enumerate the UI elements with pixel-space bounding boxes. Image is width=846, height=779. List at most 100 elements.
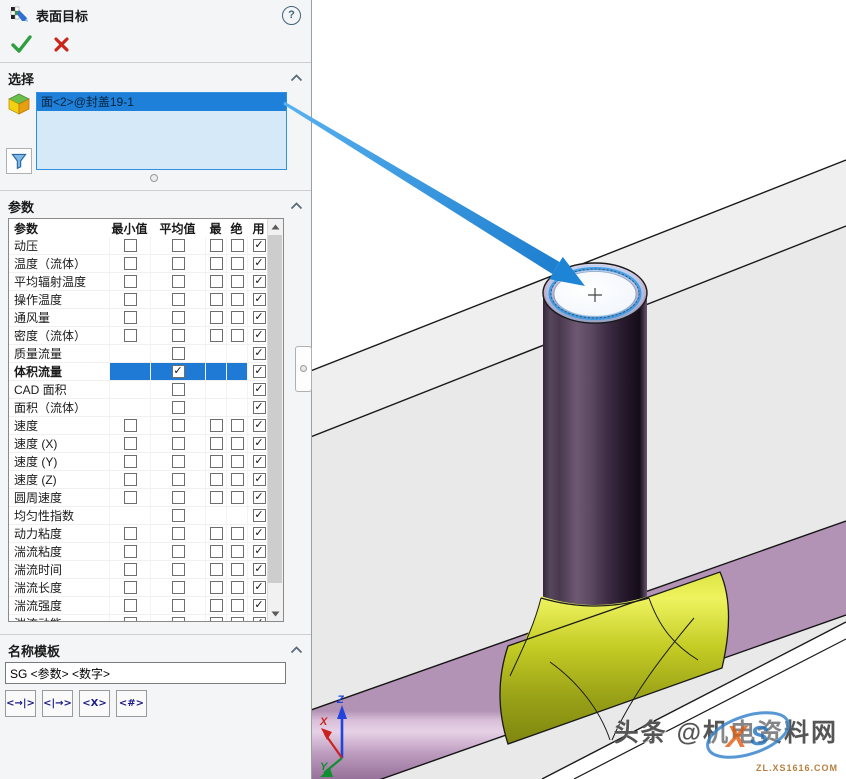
param-row[interactable]: 湍流动能✓ [9,615,270,622]
checkbox[interactable] [172,293,185,306]
cancel-button[interactable] [50,33,72,55]
vertical-stub[interactable] [543,294,647,610]
checkbox[interactable] [210,257,223,270]
checkbox[interactable] [124,563,137,576]
checkbox[interactable] [231,473,244,486]
checkbox[interactable] [231,419,244,432]
checkbox[interactable] [172,437,185,450]
checkbox[interactable] [231,275,244,288]
checkbox[interactable] [124,527,137,540]
param-row[interactable]: 湍流粘度✓ [9,543,270,561]
checkbox-checked[interactable]: ✓ [253,293,266,306]
checkbox[interactable] [231,545,244,558]
checkbox[interactable] [231,437,244,450]
param-row[interactable]: 均匀性指数✓ [9,507,270,525]
checkbox-checked[interactable]: ✓ [253,257,266,270]
checkbox-checked[interactable]: ✓ [253,509,266,522]
param-row[interactable]: 圆周速度✓ [9,489,270,507]
checkbox-checked[interactable]: ✓ [253,311,266,324]
checkbox[interactable] [172,617,185,622]
checkbox[interactable] [210,437,223,450]
checkbox-checked[interactable]: ✓ [253,563,266,576]
param-row[interactable]: 速度 (X)✓ [9,435,270,453]
column-header[interactable]: 最 [205,220,226,237]
checkbox[interactable] [172,311,185,324]
checkbox[interactable] [231,257,244,270]
selection-list-item[interactable]: 面<2>@封盖19-1 [37,93,286,111]
selection-listbox[interactable]: 面<2>@封盖19-1 [36,92,287,170]
insert-parameter-button[interactable]: <→|> [5,690,36,717]
param-row[interactable]: 湍流强度✓ [9,597,270,615]
checkbox[interactable] [172,527,185,540]
selection-section-header[interactable]: 选择 [8,68,303,88]
checkbox[interactable] [172,401,185,414]
ok-button[interactable] [10,33,32,55]
checkbox[interactable] [231,329,244,342]
param-row[interactable]: 面积（流体）✓ [9,399,270,417]
checkbox[interactable] [124,491,137,504]
checkbox[interactable] [210,275,223,288]
checkbox[interactable] [231,599,244,612]
checkbox[interactable] [172,491,185,504]
checkbox[interactable] [124,239,137,252]
param-row[interactable]: 通风量✓ [9,309,270,327]
checkbox-checked[interactable]: ✓ [253,401,266,414]
checkbox-checked[interactable]: ✓ [253,437,266,450]
name-template-section-header[interactable]: 名称模板 [8,640,303,660]
checkbox[interactable] [124,617,137,622]
column-header[interactable]: 平均值 [150,220,205,237]
checkbox[interactable] [172,257,185,270]
checkbox[interactable] [172,455,185,468]
checkbox[interactable] [172,581,185,594]
param-row[interactable]: 动压✓ [9,237,270,255]
param-row[interactable]: CAD 面积✓ [9,381,270,399]
name-template-input[interactable] [5,662,286,684]
checkbox[interactable] [172,599,185,612]
checkbox[interactable] [231,455,244,468]
checkbox-checked[interactable]: ✓ [253,527,266,540]
listbox-resize-grip[interactable] [150,174,158,182]
column-header[interactable]: 参数 [9,220,109,237]
checkbox[interactable] [124,293,137,306]
checkbox-checked[interactable]: ✓ [253,239,266,252]
checkbox-checked[interactable]: ✓ [253,365,266,378]
help-icon[interactable]: ? [282,6,301,25]
checkbox[interactable] [124,437,137,450]
param-row[interactable]: 操作温度✓ [9,291,270,309]
checkbox[interactable] [172,275,185,288]
checkbox[interactable] [231,527,244,540]
checkbox[interactable] [231,293,244,306]
parameters-section-header[interactable]: 参数 [8,196,303,216]
scrollbar-thumb[interactable] [268,235,282,583]
checkbox[interactable] [231,563,244,576]
checkbox[interactable] [172,239,185,252]
checkbox[interactable] [210,455,223,468]
checkbox[interactable] [172,563,185,576]
param-row[interactable]: 动力粘度✓ [9,525,270,543]
checkbox[interactable] [210,527,223,540]
param-row[interactable]: 温度（流体）✓ [9,255,270,273]
checkbox[interactable] [124,455,137,468]
checkbox[interactable] [124,545,137,558]
checkbox[interactable] [210,617,223,622]
checkbox[interactable] [231,311,244,324]
checkbox-checked[interactable]: ✓ [253,329,266,342]
checkbox[interactable] [210,581,223,594]
checkbox-checked[interactable]: ✓ [253,383,266,396]
checkbox[interactable] [172,329,185,342]
checkbox[interactable] [210,293,223,306]
param-row[interactable]: 平均辐射温度✓ [9,273,270,291]
param-row[interactable]: 速度✓ [9,417,270,435]
checkbox[interactable] [172,419,185,432]
param-row[interactable]: 体积流量✓✓ [9,363,270,381]
checkbox[interactable] [124,275,137,288]
param-row[interactable]: 湍流时间✓ [9,561,270,579]
checkbox[interactable] [124,581,137,594]
insert-number-button[interactable]: <#> [116,690,147,717]
param-row[interactable]: 密度（流体）✓ [9,327,270,345]
checkbox-checked[interactable]: ✓ [253,491,266,504]
panel-splitter-handle[interactable] [295,346,312,392]
insert-goal-type-button[interactable]: <|→> [42,690,73,717]
graphics-viewport[interactable]: Z X Y 头条 @机电资料网 X S ZL.XS1616.COM [312,0,846,779]
param-row[interactable]: 质量流量✓ [9,345,270,363]
